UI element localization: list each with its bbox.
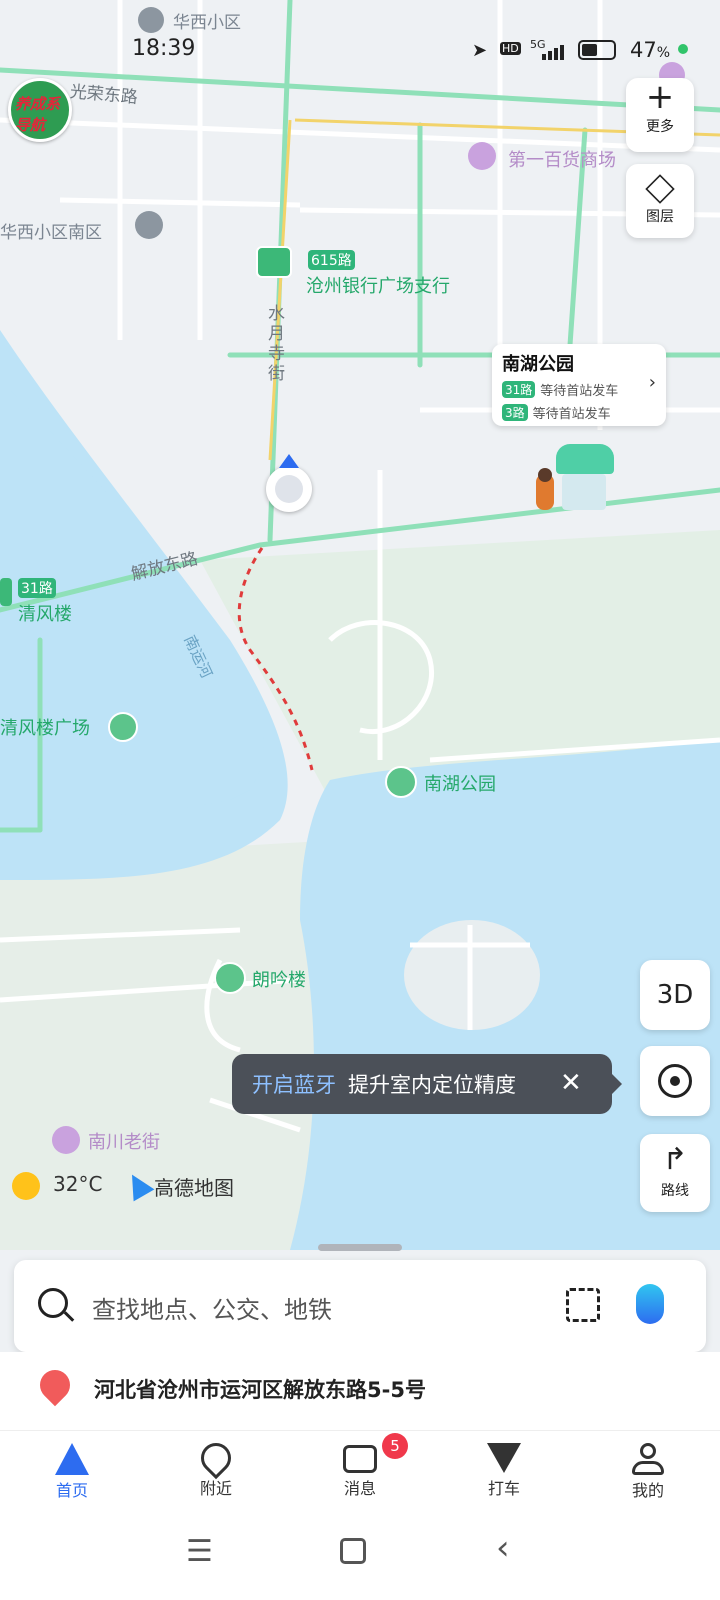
locate-icon — [658, 1064, 692, 1098]
label-bank[interactable]: 沧州银行广场支行 — [306, 272, 450, 298]
label-bus-615[interactable]: 615路 — [308, 250, 355, 270]
bus-route-row[interactable]: 31路 等待首站发车 — [502, 380, 656, 399]
label-huaxi-south[interactable]: 华西小区南区 — [0, 218, 102, 243]
tab-messages[interactable]: 5 消息 — [288, 1431, 432, 1510]
bus-stop-icon — [0, 578, 12, 606]
map-brand: 高德地图 — [154, 1176, 234, 1200]
bus-route-row[interactable]: 3路 等待首站发车 — [502, 403, 656, 422]
toast-message: 提升室内定位精度 — [348, 1073, 516, 1097]
voice-assistant-icon[interactable] — [636, 1284, 664, 1324]
more-button[interactable]: + 更多 — [626, 78, 694, 152]
home-icon[interactable] — [340, 1538, 366, 1564]
status-time: 18:39 — [132, 36, 196, 61]
bank-icon — [256, 246, 292, 278]
bus-route-status: 等待首站发车 — [532, 407, 611, 422]
signal-icon — [542, 42, 570, 60]
bottom-tab-bar: 首页 附近 5 消息 打车 我的 — [0, 1430, 720, 1510]
bus-route-status: 等待首站发车 — [540, 384, 619, 399]
label-bus-31[interactable]: 31路 — [18, 578, 56, 598]
system-nav-bar: ☰ ‹ — [0, 1510, 720, 1600]
tab-taxi[interactable]: 打车 — [432, 1431, 576, 1510]
hd-icon: HD — [500, 42, 521, 55]
3d-button[interactable]: 3D — [640, 960, 710, 1030]
battery-percent: 47% — [630, 38, 671, 62]
label-qingfeng[interactable]: 清风楼 — [18, 600, 72, 626]
user-location-icon[interactable] — [266, 454, 312, 512]
tab-profile[interactable]: 我的 — [576, 1431, 720, 1510]
route-icon: ↱ — [662, 1142, 688, 1177]
plus-icon: + — [645, 77, 675, 117]
tab-home[interactable]: 首页 — [0, 1431, 144, 1510]
charging-dot-icon — [678, 44, 688, 54]
route-button[interactable]: ↱ 路线 — [640, 1134, 710, 1212]
nearby-pin-icon — [194, 1436, 238, 1480]
battery-icon — [578, 40, 616, 60]
app-logo-text: 养成系导航 — [15, 95, 61, 134]
location-arrow-icon: ➤ — [472, 40, 488, 61]
search-bar[interactable]: 查找地点、公交、地铁 — [14, 1260, 706, 1352]
chevron-right-icon: › — [648, 372, 656, 393]
current-address: 河北省沧州市运河区解放东路5-5号 — [94, 1378, 426, 1402]
current-address-row[interactable]: 河北省沧州市运河区解放东路5-5号 — [0, 1352, 720, 1428]
park-icon — [385, 766, 417, 798]
label-nanhu-park[interactable]: 南湖公园 — [424, 770, 496, 796]
layers-icon — [645, 174, 675, 204]
layers-label: 图层 — [646, 209, 674, 225]
tab-taxi-label: 打车 — [487, 1479, 520, 1498]
menu-icon[interactable]: ☰ — [186, 1534, 213, 1569]
app-logo[interactable]: 养成系导航 — [8, 78, 72, 142]
label-nanchuan[interactable]: 南川老街 — [88, 1128, 160, 1154]
label-baihuo[interactable]: 第一百货商场 — [508, 146, 616, 172]
tab-profile-label: 我的 — [631, 1481, 664, 1500]
tab-nearby[interactable]: 附近 — [144, 1431, 288, 1510]
bus-stop-title: 南湖公园 — [502, 354, 574, 375]
label-qingfeng-square[interactable]: 清风楼广场 — [0, 714, 90, 740]
tab-home-label: 首页 — [55, 1481, 88, 1500]
temperature: 32°C — [53, 1172, 103, 1196]
scan-icon[interactable] — [566, 1288, 600, 1322]
shopping-icon — [52, 1126, 80, 1154]
label-langyin[interactable]: 朗吟楼 — [252, 966, 306, 992]
layers-button[interactable]: 图层 — [626, 164, 694, 238]
taxi-icon — [487, 1443, 521, 1473]
map-base — [0, 0, 720, 1400]
back-icon[interactable]: ‹ — [496, 1528, 510, 1568]
bus-route-tag: 3路 — [502, 404, 528, 421]
message-icon — [343, 1445, 377, 1473]
bus-route-tag: 31路 — [502, 381, 536, 398]
residential-icon — [135, 211, 163, 239]
bus-stop-card[interactable]: 南湖公园 › 31路 等待首站发车 3路 等待首站发车 — [492, 344, 666, 426]
navigation-arrow-icon — [55, 1443, 89, 1475]
search-icon — [38, 1288, 75, 1322]
shopping-icon — [468, 142, 496, 170]
locate-button[interactable] — [640, 1046, 710, 1116]
close-icon[interactable]: ✕ — [560, 1068, 582, 1098]
route-label: 路线 — [661, 1183, 689, 1199]
profile-icon — [632, 1443, 664, 1475]
bluetooth-toast[interactable]: 开启蓝牙 提升室内定位精度 ✕ — [232, 1054, 622, 1114]
status-bar: 18:39 ➤ HD 5G 47% — [0, 0, 720, 80]
toast-highlight[interactable]: 开启蓝牙 — [252, 1069, 336, 1099]
bus-stop-figure-icon[interactable] — [536, 444, 614, 520]
sheet-drag-handle[interactable] — [318, 1244, 402, 1251]
more-label: 更多 — [646, 119, 674, 135]
park-icon — [108, 712, 138, 742]
search-input[interactable]: 查找地点、公交、地铁 — [92, 1290, 332, 1325]
sun-icon — [12, 1172, 40, 1200]
message-badge: 5 — [382, 1433, 408, 1459]
park-icon — [214, 962, 246, 994]
label-shuiyuesi-street: 水月寺街 — [268, 304, 285, 384]
location-pin-icon — [33, 1363, 77, 1407]
amap-logo-icon — [121, 1168, 155, 1202]
map-view[interactable]: 华西小区 华西小区南区 光荣东路 第一百货商场 615路 沧州银行广场支行 水月… — [0, 0, 720, 1400]
tab-messages-label: 消息 — [343, 1479, 376, 1498]
